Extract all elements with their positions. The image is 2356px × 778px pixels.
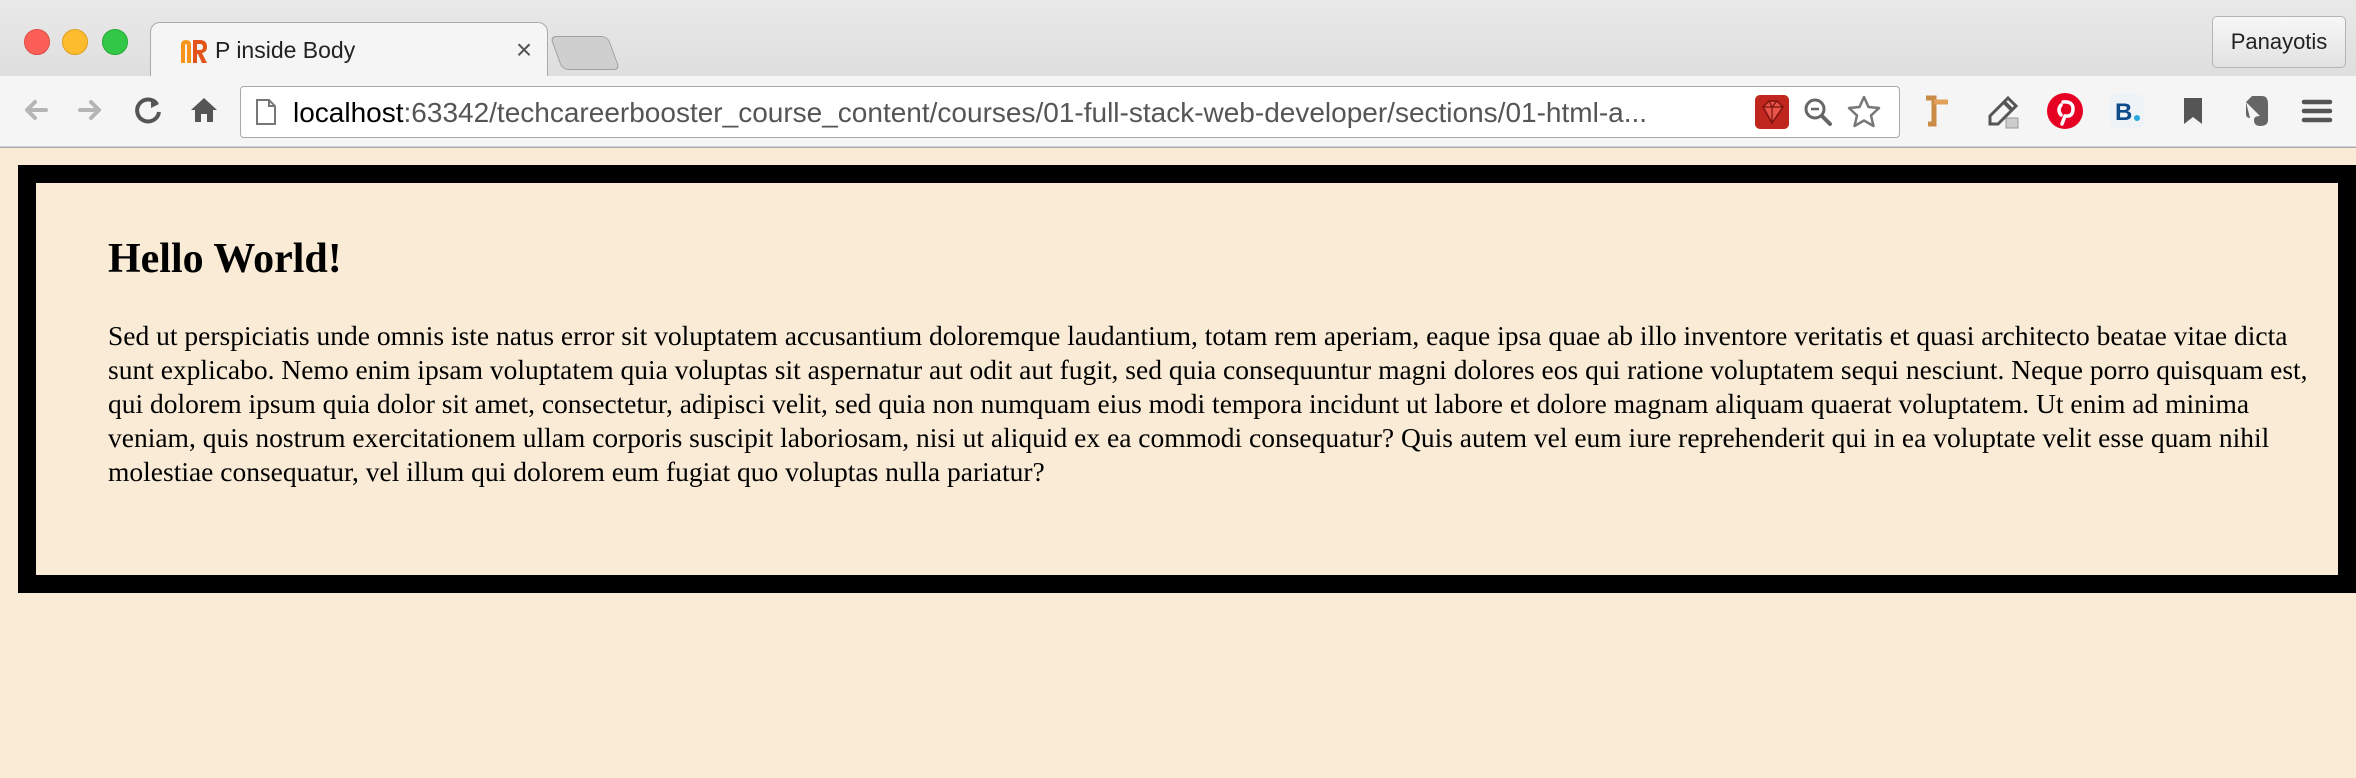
address-bar[interactable]: localhost:63342/techcareerbooster_course… [240, 86, 1900, 138]
url-text[interactable]: localhost:63342/techcareerbooster_course… [293, 97, 1993, 129]
tag-extension-icon[interactable] [1918, 90, 1960, 132]
tab-close-icon[interactable]: × [509, 33, 539, 67]
menu-icon[interactable] [2296, 90, 2338, 132]
star-icon[interactable] [1845, 93, 1883, 131]
booking-icon[interactable]: B [2106, 90, 2148, 132]
toolbar: localhost:63342/techcareerbooster_course… [0, 76, 2356, 146]
pinterest-icon[interactable] [2044, 90, 2086, 132]
omnibox-actions [1753, 93, 1893, 131]
new-tab-button[interactable] [549, 36, 621, 70]
url-path: :63342/techcareerbooster_course_content/… [403, 97, 1648, 128]
ruby-gem-icon[interactable] [1753, 93, 1791, 131]
magnifier-icon[interactable] [1799, 93, 1837, 131]
forward-arrow-icon[interactable] [70, 90, 110, 130]
tab-strip: P inside Body × Panayotis [0, 0, 2356, 77]
zoom-window-button[interactable] [102, 29, 128, 55]
reload-icon[interactable] [128, 90, 168, 130]
jetbrains-favicon-icon [179, 37, 209, 65]
evernote-icon[interactable] [2234, 90, 2276, 132]
content-box: Hello World! Sed ut perspiciatis unde om… [18, 165, 2356, 593]
tab-active[interactable]: P inside Body × [150, 22, 548, 77]
url-host: localhost [293, 97, 404, 128]
close-window-button[interactable] [24, 29, 50, 55]
profile-button[interactable]: Panayotis [2212, 16, 2346, 68]
tab-title: P inside Body [215, 37, 356, 63]
svg-text:B: B [2115, 99, 2132, 126]
page-heading: Hello World! [108, 236, 342, 282]
back-arrow-icon[interactable] [16, 90, 56, 130]
body-paragraph: Sed ut perspiciatis unde omnis iste natu… [108, 320, 2308, 487]
bookmark-icon[interactable] [2172, 90, 2214, 132]
browser-chrome: P inside Body × Panayotis localhost:6334… [0, 0, 2356, 148]
eyedropper-icon[interactable] [1982, 90, 2024, 132]
page-icon [255, 99, 277, 125]
minimize-window-button[interactable] [62, 29, 88, 55]
home-icon[interactable] [184, 90, 224, 130]
